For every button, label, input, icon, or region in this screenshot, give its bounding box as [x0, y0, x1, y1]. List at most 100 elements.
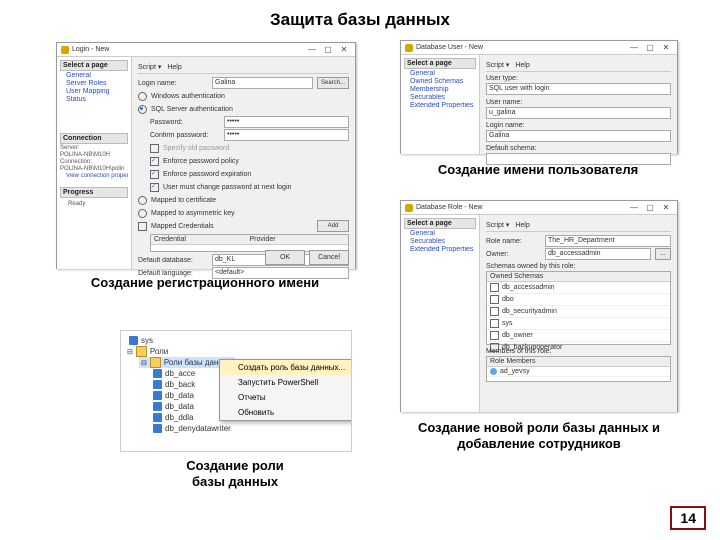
schema-label: Default schema: — [486, 145, 671, 152]
exp-label: Enforce password expiration — [163, 171, 251, 178]
loginname-label: Login name: — [138, 80, 208, 87]
caption-user: Создание имени пользователя — [400, 162, 676, 178]
role-icon — [153, 391, 162, 400]
page-number: 14 — [670, 506, 706, 530]
user-side-header: Select a page — [404, 58, 476, 69]
side-general[interactable]: General — [404, 70, 476, 77]
conn-lbl: Connection: — [60, 159, 128, 165]
defdb-label: Default database: — [138, 257, 208, 264]
side-ownedschemas[interactable]: Owned Schemas — [404, 78, 476, 85]
side-securables[interactable]: Securables — [404, 94, 476, 101]
cred-check[interactable] — [138, 222, 147, 231]
cert-label: Mapped to certificate — [151, 197, 216, 204]
add-button[interactable]: Add — [317, 220, 349, 232]
schemas-listbox[interactable]: Owned Schemas db_accessadmin dbo db_secu… — [486, 271, 671, 345]
close-icon[interactable]: ✕ — [337, 45, 351, 55]
usertype-select[interactable]: SQL user with login — [486, 83, 671, 95]
user-icon — [490, 368, 497, 375]
script-dropdown[interactable]: Script ▾ — [138, 63, 161, 71]
cancel-button[interactable]: Cancel — [309, 250, 349, 265]
exp-check[interactable] — [150, 170, 159, 179]
username-input[interactable]: u_galina — [486, 107, 671, 119]
members-listbox[interactable]: Role Members ad_yevsy — [486, 356, 671, 382]
schema-item: sys — [502, 320, 513, 327]
side-securables[interactable]: Securables — [404, 238, 476, 245]
rolename-label: Role name: — [486, 238, 541, 245]
login-dialog-title: Login - New — [72, 46, 109, 53]
side-general[interactable]: General — [404, 230, 476, 237]
menu-create-role[interactable]: Создать роль базы данных... — [220, 360, 352, 375]
dbrole-new-dialog: Database Role - New — ▢ ✕ Select a page … — [400, 200, 678, 412]
policy-check[interactable] — [150, 157, 159, 166]
role-side-panel: Select a page General Securables Extende… — [401, 215, 480, 412]
tree-roles-folder[interactable]: ⊟Роли — [127, 346, 235, 357]
tree-role-item[interactable]: db_denydatawriter — [153, 423, 235, 434]
help-button[interactable]: Help — [167, 64, 181, 71]
credential-col: Credential — [154, 236, 250, 243]
view-conn-link[interactable]: View connection properties — [60, 173, 128, 179]
user-main: Script ▾ Help User type: SQL user with l… — [480, 55, 677, 154]
members-label: Members of this role: — [486, 348, 671, 355]
confirm-input[interactable]: ••••• — [224, 129, 349, 141]
key-label: Mapped to asymmetric key — [151, 210, 235, 217]
mustchange-check[interactable] — [150, 183, 159, 192]
role-dialog-title: Database Role - New — [416, 204, 483, 211]
help-button[interactable]: Help — [515, 222, 529, 229]
sql-auth-radio[interactable] — [138, 105, 147, 114]
menu-powershell[interactable]: Запустить PowerShell — [220, 375, 352, 390]
owner-browse-button[interactable]: ... — [655, 248, 671, 260]
win-auth-radio[interactable] — [138, 92, 147, 101]
maximize-icon[interactable]: ▢ — [321, 45, 335, 55]
conn-val: POLINA-NB\M10H\polin — [60, 166, 128, 172]
menu-reports[interactable]: Отчеты▸ — [220, 390, 352, 405]
minimize-icon[interactable]: — — [627, 43, 641, 53]
schema-check[interactable] — [490, 307, 499, 316]
side-general[interactable]: General — [60, 72, 128, 79]
cert-radio[interactable] — [138, 196, 147, 205]
tree-sys[interactable]: sys — [129, 335, 235, 346]
side-membership[interactable]: Membership — [404, 86, 476, 93]
maximize-icon[interactable]: ▢ — [643, 43, 657, 53]
script-dropdown[interactable]: Script ▾ — [486, 61, 509, 69]
role-toolbar: Script ▾ Help — [486, 219, 671, 232]
schema-check[interactable] — [490, 295, 499, 304]
schema-check[interactable] — [490, 331, 499, 340]
loginname-label: Login name: — [486, 122, 671, 129]
win-auth-label: Windows authentication — [151, 93, 225, 100]
schema-check[interactable] — [490, 283, 499, 292]
role-icon — [153, 424, 162, 433]
close-icon[interactable]: ✕ — [659, 203, 673, 213]
rolename-input[interactable]: The_HR_Department — [545, 235, 671, 247]
side-extprops[interactable]: Extended Properties — [404, 102, 476, 109]
side-serverroles[interactable]: Server Roles — [60, 80, 128, 87]
password-label: Password: — [150, 119, 220, 126]
search-button[interactable]: Search... — [317, 77, 349, 89]
close-icon[interactable]: ✕ — [659, 43, 673, 53]
oldpw-check — [150, 144, 159, 153]
db-icon — [61, 46, 69, 54]
side-status[interactable]: Status — [60, 96, 128, 103]
caption-rolectx: Создание роли базы данных — [140, 458, 330, 491]
menu-refresh[interactable]: Обновить — [220, 405, 352, 420]
login-toolbar: Script ▾ Help — [138, 61, 349, 74]
loginname-input[interactable]: Galina — [212, 77, 313, 89]
schema-check[interactable] — [490, 319, 499, 328]
owner-input[interactable]: db_accessadmin — [545, 248, 651, 260]
schemas-label: Schemas owned by this role: — [486, 263, 671, 270]
script-dropdown[interactable]: Script ▾ — [486, 221, 509, 229]
username-label: User name: — [486, 99, 671, 106]
user-side-panel: Select a page General Owned Schemas Memb… — [401, 55, 480, 154]
loginname-input[interactable]: Galina — [486, 130, 671, 142]
side-extprops[interactable]: Extended Properties — [404, 246, 476, 253]
minimize-icon[interactable]: — — [305, 45, 319, 55]
minimize-icon[interactable]: — — [627, 203, 641, 213]
help-button[interactable]: Help — [515, 62, 529, 69]
key-radio[interactable] — [138, 209, 147, 218]
schema-item: db_accessadmin — [502, 284, 555, 291]
login-titlebar: Login - New — ▢ ✕ — [57, 43, 355, 57]
schema-item: db_owner — [502, 332, 533, 339]
maximize-icon[interactable]: ▢ — [643, 203, 657, 213]
ok-button[interactable]: OK — [265, 250, 305, 265]
side-usermapping[interactable]: User Mapping — [60, 88, 128, 95]
password-input[interactable]: ••••• — [224, 116, 349, 128]
